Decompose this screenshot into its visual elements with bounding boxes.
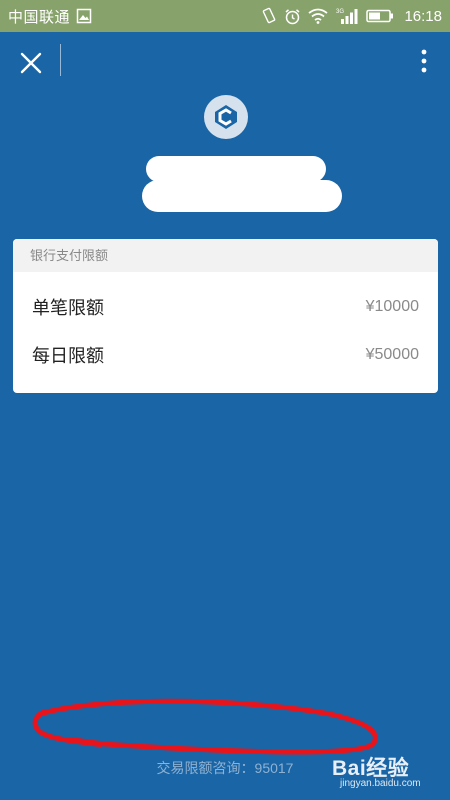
card-header: 银行支付限额 <box>13 239 438 272</box>
vibrate-icon <box>261 7 277 25</box>
network-type-label: 3G <box>336 9 344 15</box>
top-bar-divider <box>60 44 61 76</box>
wifi-icon <box>308 8 329 24</box>
limit-row-daily: 每日限额 ¥50000 <box>13 333 438 377</box>
close-button[interactable] <box>16 48 46 78</box>
more-button[interactable] <box>414 46 434 76</box>
bank-logo <box>204 95 248 139</box>
limit-value: ¥50000 <box>365 346 419 363</box>
carrier-name: 中国联通 <box>8 8 71 26</box>
status-bar: 中国联通 3G 16:18 <box>0 0 450 32</box>
limit-value: ¥10000 <box>365 298 419 315</box>
limit-row-single: 单笔限额 ¥10000 <box>13 285 438 329</box>
redacted-block <box>142 180 342 212</box>
clock: 16:18 <box>404 7 442 25</box>
top-bar <box>0 32 450 90</box>
image-icon <box>76 8 92 24</box>
red-circle-annotation <box>32 698 378 755</box>
alarm-icon <box>284 8 301 25</box>
limits-card: 银行支付限额 单笔限额 ¥10000 每日限额 ¥50000 <box>13 239 438 393</box>
status-left: 中国联通 <box>8 6 92 27</box>
limit-label: 单笔限额 <box>32 298 104 318</box>
battery-icon <box>366 9 394 23</box>
status-right: 3G 16:18 <box>261 7 442 25</box>
baidu-jingyan-watermark: Bai经验 jingyan.baidu.com <box>326 752 446 796</box>
limit-label: 每日限额 <box>32 346 104 366</box>
watermark-domain: jingyan.baidu.com <box>340 778 421 789</box>
more-vertical-icon <box>421 49 427 73</box>
bank-logo-icon <box>215 105 237 129</box>
redacted-block <box>146 156 326 182</box>
signal-icon: 3G <box>335 7 359 25</box>
close-icon <box>20 52 42 74</box>
